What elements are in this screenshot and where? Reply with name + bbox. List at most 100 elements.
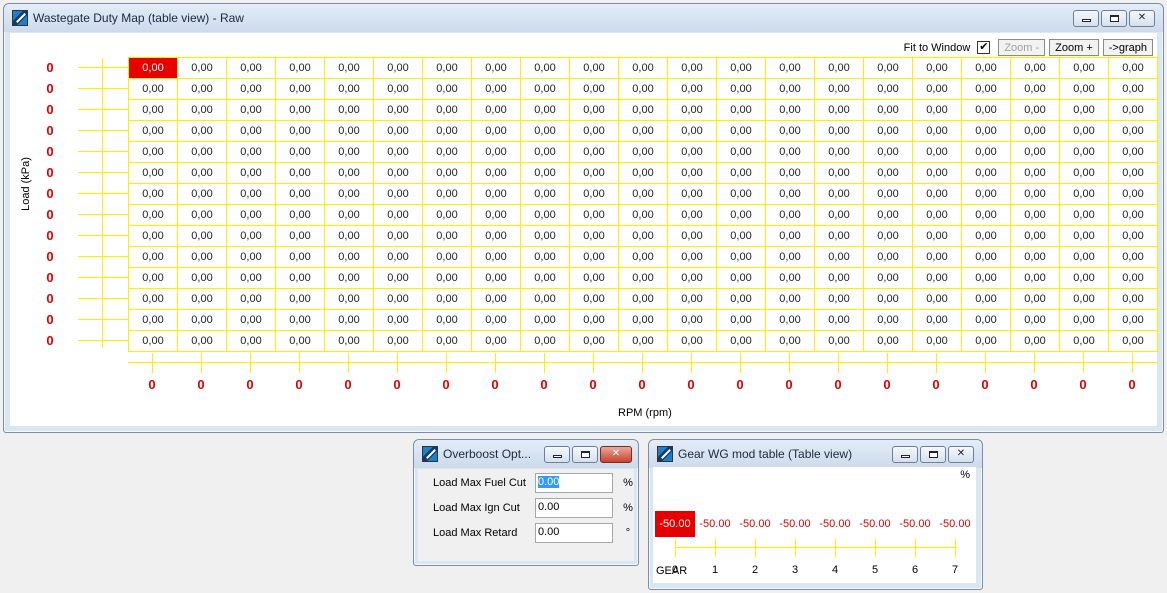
map-cell[interactable]: 0,00 [1011,310,1060,331]
map-cell[interactable]: 0,00 [129,79,178,100]
map-cell[interactable]: 0,00 [962,268,1011,289]
map-cell[interactable]: 0,00 [1060,247,1109,268]
map-cell[interactable]: 0,00 [570,142,619,163]
map-cell[interactable]: 0,00 [668,310,717,331]
map-cell[interactable]: 0,00 [423,289,472,310]
map-cell[interactable]: 0,00 [1109,142,1158,163]
map-cell[interactable]: 0,00 [619,205,668,226]
map-cell[interactable]: 0,00 [129,100,178,121]
gear-value-cell[interactable]: -50.00 [775,511,815,537]
map-cell[interactable]: 0,00 [668,268,717,289]
map-cell[interactable]: 0,00 [766,247,815,268]
map-cell[interactable]: 0,00 [276,289,325,310]
map-cell[interactable]: 0,00 [962,310,1011,331]
map-cell[interactable]: 0,00 [717,205,766,226]
map-cell[interactable]: 0,00 [864,79,913,100]
map-cell[interactable]: 0,00 [815,247,864,268]
map-cell[interactable]: 0,00 [178,142,227,163]
map-cell[interactable]: 0,00 [276,184,325,205]
row-axis-label[interactable]: 0 [43,102,57,117]
map-cell[interactable]: 0,00 [521,268,570,289]
map-cell[interactable]: 0,00 [570,289,619,310]
map-cell[interactable]: 0,00 [864,268,913,289]
map-cell[interactable]: 0,00 [815,58,864,79]
map-cell[interactable]: 0,00 [864,226,913,247]
map-cell[interactable]: 0,00 [129,247,178,268]
map-cell[interactable]: 0,00 [766,289,815,310]
map-cell[interactable]: 0,00 [815,205,864,226]
map-cell[interactable]: 0,00 [129,163,178,184]
map-cell[interactable]: 0,00 [521,226,570,247]
map-cell[interactable]: 0,00 [913,289,962,310]
col-axis-label[interactable]: 0 [632,377,652,392]
close-button[interactable]: ✕ [1129,9,1155,27]
map-cell[interactable]: 0,00 [521,289,570,310]
map-cell[interactable]: 0,00 [423,79,472,100]
col-axis-label[interactable]: 0 [975,377,995,392]
map-cell[interactable]: 0,00 [668,331,717,352]
col-axis-label[interactable]: 0 [191,377,211,392]
map-cell[interactable]: 0,00 [962,100,1011,121]
map-cell[interactable]: 0,00 [129,142,178,163]
map-cell[interactable]: 0,00 [374,142,423,163]
gear-axis-label[interactable]: 7 [945,564,965,576]
map-cell[interactable]: 0,00 [570,310,619,331]
map-cell[interactable]: 0,00 [962,79,1011,100]
map-cell[interactable]: 0,00 [227,310,276,331]
map-cell[interactable]: 0,00 [570,100,619,121]
col-axis-label[interactable]: 0 [1073,377,1093,392]
map-cell[interactable]: 0,00 [717,247,766,268]
row-axis-label[interactable]: 0 [43,249,57,264]
map-cell[interactable]: 0,00 [178,58,227,79]
map-cell[interactable]: 0,00 [472,268,521,289]
gear-value-cell[interactable]: -50.00 [655,511,695,537]
col-axis-label[interactable]: 0 [289,377,309,392]
map-cell[interactable]: 0,00 [374,310,423,331]
map-cell[interactable]: 0,00 [766,100,815,121]
map-cell[interactable]: 0,00 [570,226,619,247]
map-cell[interactable]: 0,00 [227,289,276,310]
row-axis-label[interactable]: 0 [43,81,57,96]
map-cell[interactable]: 0,00 [521,184,570,205]
col-axis-label[interactable]: 0 [926,377,946,392]
main-titlebar[interactable]: Wastegate Duty Map (table view) - Raw ✕ [4,4,1163,32]
map-cell[interactable]: 0,00 [325,331,374,352]
map-cell[interactable]: 0,00 [962,289,1011,310]
map-cell[interactable]: 0,00 [325,310,374,331]
map-cell[interactable]: 0,00 [276,247,325,268]
map-cell[interactable]: 0,00 [1109,163,1158,184]
map-cell[interactable]: 0,00 [1109,268,1158,289]
map-cell[interactable]: 0,00 [717,226,766,247]
map-cell[interactable]: 0,00 [570,58,619,79]
map-cell[interactable]: 0,00 [766,79,815,100]
map-cell[interactable]: 0,00 [913,163,962,184]
map-cell[interactable]: 0,00 [815,100,864,121]
map-cell[interactable]: 0,00 [276,142,325,163]
map-cell[interactable]: 0,00 [472,331,521,352]
maximize-button[interactable] [920,445,946,463]
map-cell[interactable]: 0,00 [423,247,472,268]
map-cell[interactable]: 0,00 [129,121,178,142]
map-cell[interactable]: 0,00 [619,268,668,289]
map-cell[interactable]: 0,00 [423,142,472,163]
gear-titlebar[interactable]: Gear WG mod table (Table view) ✕ [649,440,982,468]
map-cell[interactable]: 0,00 [962,121,1011,142]
fuel-cut-input[interactable]: 0.00 [535,473,613,493]
map-cell[interactable]: 0,00 [570,205,619,226]
map-cell[interactable]: 0,00 [374,79,423,100]
map-cell[interactable]: 0,00 [276,121,325,142]
map-cell[interactable]: 0,00 [1109,205,1158,226]
col-axis-label[interactable]: 0 [534,377,554,392]
map-cell[interactable]: 0,00 [1109,247,1158,268]
map-cell[interactable]: 0,00 [423,226,472,247]
map-cell[interactable]: 0,00 [962,163,1011,184]
map-cell[interactable]: 0,00 [1109,184,1158,205]
map-cell[interactable]: 0,00 [129,310,178,331]
map-cell[interactable]: 0,00 [178,226,227,247]
map-cell[interactable]: 0,00 [815,226,864,247]
map-cell[interactable]: 0,00 [913,142,962,163]
map-cell[interactable]: 0,00 [1060,79,1109,100]
map-cell[interactable]: 0,00 [815,268,864,289]
map-cell[interactable]: 0,00 [717,142,766,163]
map-cell[interactable]: 0,00 [423,205,472,226]
